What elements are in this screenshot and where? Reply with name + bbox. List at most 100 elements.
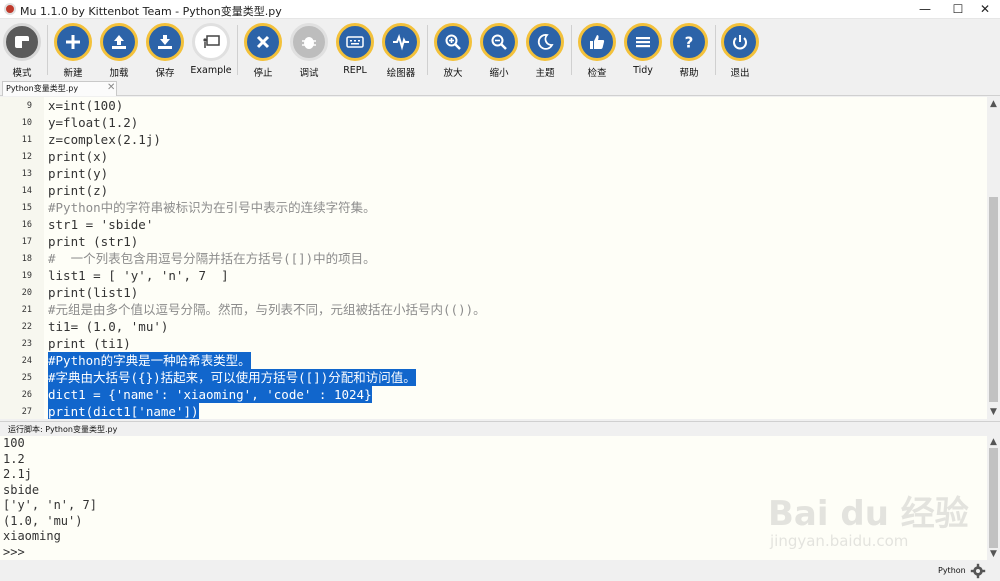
editor-scrollbar[interactable]: ▲ ▼ [987, 97, 1000, 419]
tidy-button[interactable]: Tidy [621, 23, 665, 79]
watermark-url: jingyan.baidu.com [770, 532, 909, 550]
line-number: 17 [21, 237, 32, 247]
tab-close-icon[interactable]: ✕ [107, 82, 115, 93]
repl-scrollbar[interactable]: ▲ ▼ [987, 436, 1000, 560]
line-number: 13 [21, 169, 32, 179]
plotter-button[interactable]: 绘图器 [379, 23, 423, 79]
output-line: ['y', 'n', 7] [3, 498, 97, 512]
scroll-down-icon[interactable]: ▼ [988, 406, 999, 418]
line-number: 21 [21, 305, 32, 315]
code-line: 20 print(list1) [0, 284, 987, 301]
code-comment: #元组是由多个值以逗号分隔。然而，与列表不同，元组被括在小括号内(())。 [48, 302, 486, 317]
zoom-in-icon [434, 23, 472, 61]
example-button[interactable]: Example [189, 23, 233, 79]
line-number: 23 [21, 339, 32, 349]
code-text: print(dict1['name']) [48, 403, 199, 419]
code-line: 15 #Python中的字符串被标识为在引号中表示的连续字符集。 [0, 199, 987, 216]
plotter-label: 绘图器 [386, 68, 416, 79]
code-comment: #Python的字典是一种哈希表类型。 [48, 352, 251, 369]
output-line: 2.1j [3, 467, 32, 481]
code-line-selected: 27 print(dict1['name']) [0, 403, 987, 419]
baidu-watermark: Bai du 经验 jingyan.baidu.com [768, 478, 978, 558]
line-number: 26 [21, 390, 32, 400]
load-label: 加载 [109, 68, 129, 79]
code-text: print (ti1) [48, 336, 131, 351]
title-bar: Mu 1.1.0 by Kittenbot Team - Python变量类型.… [0, 0, 1000, 19]
line-number: 12 [21, 152, 32, 162]
code-text: print(y) [48, 166, 109, 181]
upload-icon [100, 23, 138, 61]
line-number: 19 [21, 271, 32, 281]
download-icon [146, 23, 184, 61]
plus-icon [54, 23, 92, 61]
code-line: 22 ti1= (1.0, 'mu') [0, 318, 987, 335]
code-text: dict1 = {'name': 'xiaoming', 'code' : 10… [48, 386, 372, 403]
code-line-selected: 24 #Python的字典是一种哈希表类型。 [0, 352, 987, 369]
line-number: 18 [21, 254, 32, 264]
tab-python-file[interactable]: Python变量类型.py ✕ [2, 81, 117, 96]
gear-icon[interactable] [970, 563, 986, 579]
example-label: Example [190, 65, 232, 76]
thumbs-up-icon [578, 23, 616, 61]
load-button[interactable]: 加载 [97, 23, 141, 79]
debug-button[interactable]: 调试 [287, 23, 331, 79]
scroll-up-icon[interactable]: ▲ [988, 98, 999, 110]
zoom-in-button[interactable]: 放大 [431, 23, 475, 79]
close-window-button[interactable]: ✕ [970, 0, 1000, 19]
code-text: print(z) [48, 183, 109, 198]
repl-label: REPL [343, 65, 367, 76]
code-text: x=int(100) [48, 98, 124, 113]
toolbar-divider [47, 25, 48, 75]
code-comment: # 一个列表包含用逗号分隔并括在方括号([])中的项目。 [48, 251, 376, 266]
code-editor[interactable]: 9 x=int(100) 10 y=float(1.2) 11 z=complex(2… [0, 97, 987, 419]
code-comment: #字典由大括号({})括起来，可以使用方括号([])分配和访问值。 [48, 369, 416, 386]
zoom-out-label: 缩小 [489, 68, 509, 79]
code-line: 10 y=float(1.2) [0, 114, 987, 131]
code-text: z=complex(2.1j) [48, 132, 161, 147]
line-number: 24 [21, 356, 32, 366]
tab-label: Python变量类型.py [6, 84, 79, 93]
code-text: str1 = 'sbide' [48, 217, 154, 232]
scroll-thumb[interactable] [989, 448, 998, 548]
check-button[interactable]: 检查 [575, 23, 619, 79]
keyboard-icon [336, 23, 374, 61]
close-icon [244, 23, 282, 61]
repl-button[interactable]: REPL [333, 23, 377, 79]
new-button[interactable]: 新建 [51, 23, 95, 79]
line-number: 15 [21, 203, 32, 213]
help-button[interactable]: ? 帮助 [667, 23, 711, 79]
bug-icon [290, 23, 328, 61]
line-number: 22 [21, 322, 32, 332]
save-button[interactable]: 保存 [143, 23, 187, 79]
quit-button[interactable]: 退出 [718, 23, 762, 79]
minimize-button[interactable]: — [910, 0, 940, 19]
output-line: (1.0, 'mu') [3, 513, 83, 528]
code-line-selected: 26 dict1 = {'name': 'xiaoming', 'code' : … [0, 386, 987, 403]
maximize-button[interactable]: ☐ [943, 0, 973, 19]
code-line: 21 #元组是由多个值以逗号分隔。然而，与列表不同，元组被括在小括号内(())。 [0, 301, 987, 318]
question-icon: ? [670, 23, 708, 61]
mode-button[interactable]: 模式 [0, 23, 44, 79]
zoom-out-button[interactable]: 缩小 [477, 23, 521, 79]
line-number: 11 [21, 135, 32, 145]
check-label: 检查 [587, 68, 607, 79]
scroll-thumb[interactable] [989, 197, 998, 402]
repl-header: 运行脚本: Python变量类型.py [0, 421, 1000, 436]
zoom-in-label: 放大 [443, 68, 463, 79]
stop-button[interactable]: 停止 [241, 23, 285, 79]
output-line: xiaoming [3, 529, 61, 543]
theme-button[interactable]: 主题 [523, 23, 567, 79]
code-line: 9 x=int(100) [0, 97, 987, 114]
mu-editor-window: Mu 1.1.0 by Kittenbot Team - Python变量类型.… [0, 0, 1000, 581]
mode-indicator: Python [938, 566, 966, 575]
new-label: 新建 [63, 68, 83, 79]
repl-prompt[interactable]: >>> [3, 545, 25, 561]
code-text: y=float(1.2) [48, 115, 139, 130]
pulse-icon [382, 23, 420, 61]
code-line: 16 str1 = 'sbide' [0, 216, 987, 233]
scroll-down-icon[interactable]: ▼ [988, 548, 999, 560]
code-text: print(list1) [48, 285, 139, 300]
app-icon [4, 3, 16, 15]
scroll-up-icon[interactable]: ▲ [988, 436, 999, 448]
toolbar-divider [427, 25, 428, 75]
